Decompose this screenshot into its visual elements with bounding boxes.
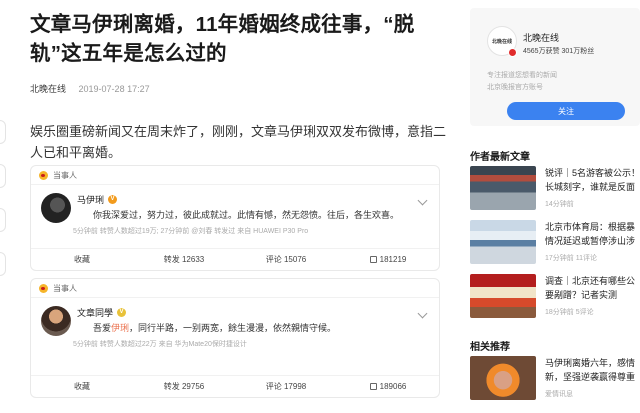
news-title: 锐评｜5名游客被公示！ 长城刻字，谁就是反面 xyxy=(545,166,640,194)
news-title-line: 新，坚强逆袭赢得尊重 xyxy=(545,372,636,382)
follow-button[interactable]: 关注 xyxy=(507,102,625,120)
author-name: 马伊琍 xyxy=(77,194,105,205)
card-header: 当事人 xyxy=(31,166,439,185)
chevron-down-icon[interactable] xyxy=(419,197,427,203)
collect-action[interactable]: 收藏 xyxy=(31,249,133,270)
article-date: 2019-07-28 17:27 xyxy=(78,84,150,94)
repost-action[interactable]: 转发 29756 xyxy=(133,376,235,397)
news-title-line: 锐评｜5名游客被公示！ xyxy=(545,168,640,178)
news-time: 爱情讯息 xyxy=(545,391,573,398)
weibo-post: 马伊琍 V 你我深爱过，努力过，彼此成就过。此情有憾，然无怨愤。往后，各生欢喜。… xyxy=(31,185,439,236)
author-card: 北晚在线 北晚在线 4565万获赞 301万粉丝 专注报道您想看的新闻 北京晚报… xyxy=(470,8,640,126)
post-text-start: 吾爱 xyxy=(93,323,112,333)
news-title-line: 要剐蹭？记者实测 xyxy=(545,290,618,300)
weibo-icon xyxy=(39,283,48,293)
news-thumbnail xyxy=(470,274,536,318)
comment-action[interactable]: 评论 15076 xyxy=(235,249,337,270)
news-title-line: 马伊琍离婚六年，感情 xyxy=(545,358,636,368)
like-action[interactable]: 181219 xyxy=(337,249,439,270)
like-action[interactable]: 189066 xyxy=(337,376,439,397)
share-button[interactable] xyxy=(0,120,6,144)
post-text: 你我深爱过，努力过，彼此成就过。此情有憾，然无怨愤。往后，各生欢喜。 xyxy=(93,210,400,220)
verified-icon: V xyxy=(117,307,127,317)
account-stats: 4565万获赞 301万粉丝 xyxy=(523,48,595,55)
list-item[interactable]: 北京市体育局：根据暴 情况延迟或暂停涉山涉 17分钟前 11评论 xyxy=(470,220,640,266)
post-actions: 收藏 转发 29756 评论 17998 189066 xyxy=(31,375,439,397)
card-header-label: 当事人 xyxy=(53,170,77,180)
weibo-card: 当事人 文章同學 V 吾爱伊琍，同行半路，一别两宽，餘生漫漫，依然親情守候。 5… xyxy=(30,278,440,398)
collect-button[interactable] xyxy=(0,208,6,232)
chevron-down-icon[interactable] xyxy=(419,310,427,316)
repost-action[interactable]: 转发 12633 xyxy=(133,249,235,270)
article-source[interactable]: 北晚在线 xyxy=(30,84,66,94)
comment-button[interactable] xyxy=(0,164,6,188)
news-time: 14分钟前 xyxy=(545,201,574,208)
news-title-line: 情况延迟或暂停涉山涉 xyxy=(545,236,636,246)
news-title-line: 调查｜北京还有哪些公 xyxy=(545,276,636,286)
mention-link[interactable]: 伊琍 xyxy=(111,323,129,333)
post-author[interactable]: 文章同學 V xyxy=(77,304,439,320)
avatar[interactable] xyxy=(41,306,71,336)
list-item[interactable]: 马伊琍离婚六年，感情 新，坚强逆袭赢得尊重 爱情讯息 xyxy=(470,356,640,402)
list-item[interactable]: 调查｜北京还有哪些公 要剐蹭？记者实测 18分钟前 5评论 xyxy=(470,274,640,320)
post-meta: 5分钟前 转赞人数超过19万; 27分钟前 @刘春 转发过 来自 HUAWEI … xyxy=(73,228,309,235)
article-meta: 北晚在线 2019-07-28 17:27 xyxy=(30,82,450,95)
news-thumbnail xyxy=(470,166,536,210)
news-thumbnail xyxy=(470,220,536,264)
article-title: 文章马伊琍离婚，11年婚姻终成往事，“脱轨”这五年是怎么过的 xyxy=(30,13,415,65)
related-title: 相关推荐 xyxy=(470,342,510,353)
news-title-line: 长城刻字，谁就是反面 xyxy=(545,182,636,192)
card-header: 当事人 xyxy=(31,279,439,298)
sidebar: 北晚在线 北晚在线 4565万获赞 301万粉丝 专注报道您想看的新闻 北京晚报… xyxy=(470,0,640,413)
thumbs-up-icon xyxy=(369,383,377,390)
verified-icon xyxy=(508,48,517,57)
comment-action[interactable]: 评论 17998 xyxy=(235,376,337,397)
post-text: 吾爱伊琍，同行半路，一别两宽，餘生漫漫，依然親情守候。 xyxy=(93,321,439,335)
article-lead: 娱乐圈重磅新闻又在周末炸了，刚刚，文章马伊琍双双发布微博，意指二人已和平离婚。 xyxy=(30,124,447,160)
news-title: 马伊琍离婚六年，感情 新，坚强逆袭赢得尊重 xyxy=(545,356,640,384)
card-header-label: 当事人 xyxy=(53,283,77,293)
latest-articles-title: 作者最新文章 xyxy=(470,152,530,163)
weibo-post: 文章同學 V 吾爱伊琍，同行半路，一别两宽，餘生漫漫，依然親情守候。 5分钟前 … xyxy=(31,298,439,349)
article: 文章马伊琍离婚，11年婚姻终成往事，“脱轨”这五年是怎么过的 北晚在线 2019… xyxy=(30,10,450,163)
news-title: 北京市体育局：根据暴 情况延迟或暂停涉山涉 xyxy=(545,220,640,248)
avatar[interactable] xyxy=(41,193,71,223)
verified-icon: V xyxy=(108,194,118,204)
account-desc-line: 北京晚报官方账号 xyxy=(487,84,543,91)
news-title-line: 北京市体育局：根据暴 xyxy=(545,222,636,232)
post-text-rest: ，同行半路，一别两宽，餘生漫漫，依然親情守候。 xyxy=(129,323,337,333)
collect-action[interactable]: 收藏 xyxy=(31,376,133,397)
account-desc-line: 专注报道您想看的新闻 xyxy=(487,72,557,79)
weibo-icon xyxy=(39,170,48,180)
news-time: 17分钟前 11评论 xyxy=(545,255,597,262)
news-thumbnail xyxy=(470,356,536,400)
author-name: 文章同學 xyxy=(77,307,114,318)
thumbs-up-icon xyxy=(369,256,377,263)
post-meta: 5分钟前 转赞人数超过22万 来自 华为Mate20保时捷设计 xyxy=(73,341,247,348)
weibo-card: 当事人 马伊琍 V 你我深爱过，努力过，彼此成就过。此情有憾，然无怨愤。往后，各… xyxy=(30,165,440,271)
news-time: 18分钟前 5评论 xyxy=(545,309,594,316)
like-count: 181219 xyxy=(379,255,407,264)
report-button[interactable] xyxy=(0,252,6,276)
post-actions: 收藏 转发 12633 评论 15076 181219 xyxy=(31,248,439,270)
account-desc: 专注报道您想看的新闻 北京晚报官方账号 xyxy=(487,70,557,94)
post-author[interactable]: 马伊琍 V xyxy=(77,191,439,207)
account-name[interactable]: 北晚在线 xyxy=(523,31,559,44)
like-count: 189066 xyxy=(379,382,407,391)
list-item[interactable]: 锐评｜5名游客被公示！ 长城刻字，谁就是反面 14分钟前 xyxy=(470,166,640,212)
news-title: 调查｜北京还有哪些公 要剐蹭？记者实测 xyxy=(545,274,640,302)
